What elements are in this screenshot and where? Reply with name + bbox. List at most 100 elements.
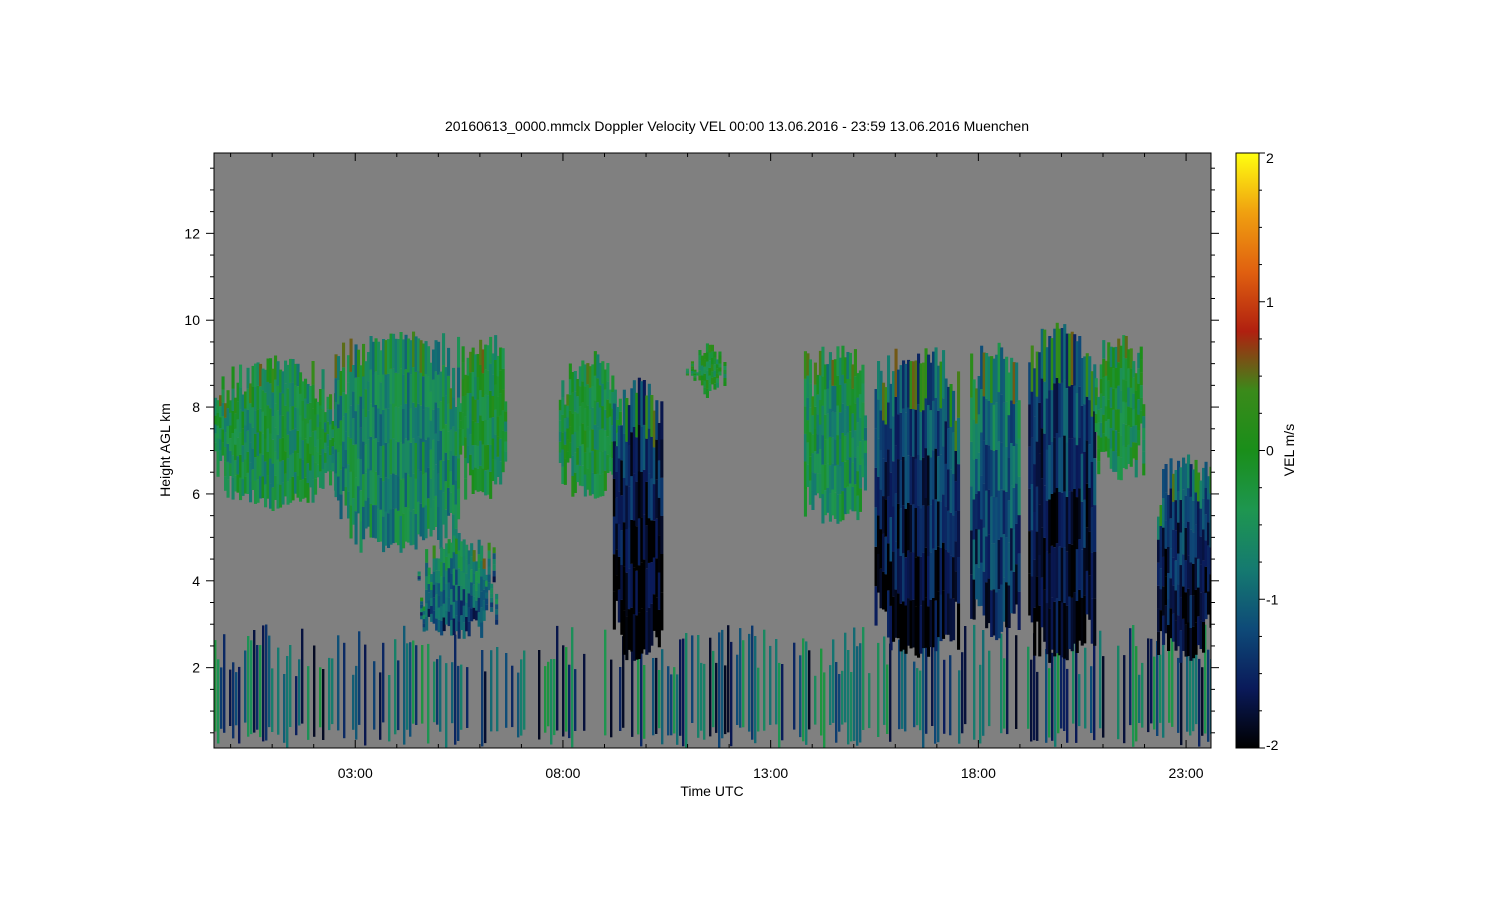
x-tick-label: 13:00 — [753, 765, 788, 781]
boundary-layer-echo — [457, 665, 460, 741]
boundary-layer-echo — [916, 668, 919, 726]
boundary-layer-echo — [1159, 654, 1162, 723]
echo-region-11 — [1094, 387, 1098, 397]
boundary-layer-echo — [1201, 667, 1204, 736]
echo-region-11 — [1142, 463, 1146, 476]
echo-region-3 — [417, 571, 421, 573]
y-tick-label: 2 — [192, 660, 200, 676]
echo-region-3 — [482, 558, 486, 569]
echo-region-3 — [487, 566, 491, 575]
echo-region-7 — [863, 478, 867, 491]
echo-region-6 — [690, 366, 694, 369]
echo-region-5 — [660, 554, 664, 593]
boundary-layer-echo — [547, 661, 550, 727]
boundary-layer-echo — [799, 655, 802, 738]
boundary-layer-echo — [253, 630, 256, 733]
boundary-layer-echo — [451, 662, 454, 724]
echo-region-3 — [467, 622, 471, 637]
boundary-layer-echo — [757, 667, 760, 732]
echo-region-3 — [472, 550, 476, 562]
boundary-layer-echo — [355, 665, 358, 740]
echo-region-1 — [447, 347, 451, 376]
echo-region-3 — [490, 588, 494, 594]
boundary-layer-echo — [931, 638, 934, 726]
boundary-layer-echo — [691, 635, 694, 723]
boundary-layer-echo — [1093, 639, 1096, 741]
echo-region-3 — [487, 574, 491, 583]
boundary-layer-echo — [889, 643, 892, 742]
boundary-layer-echo — [943, 659, 946, 734]
boundary-layer-echo — [1027, 646, 1030, 729]
echo-region-6 — [718, 367, 722, 372]
boundary-layer-echo — [676, 674, 679, 745]
boundary-layer-echo — [856, 646, 859, 746]
echo-region-3 — [492, 570, 496, 577]
boundary-layer-echo — [775, 639, 778, 725]
boundary-layer-echo — [838, 674, 841, 732]
boundary-layer-echo — [394, 639, 397, 735]
echo-region-8 — [957, 510, 961, 557]
echo-region-5 — [660, 515, 664, 554]
boundary-layer-echo — [979, 664, 982, 744]
echo-region-7 — [863, 415, 867, 428]
echo-region-6 — [693, 379, 697, 381]
boundary-layer-echo — [913, 661, 916, 728]
boundary-layer-echo — [538, 650, 541, 740]
boundary-layer-echo — [259, 645, 262, 738]
echo-region-6 — [685, 374, 689, 376]
boundary-layer-echo — [1129, 628, 1132, 726]
boundary-layer-echo — [673, 667, 676, 734]
boundary-layer-echo — [301, 628, 304, 724]
boundary-layer-echo — [265, 624, 268, 741]
echo-region-1 — [457, 458, 461, 489]
boundary-layer-echo — [1195, 645, 1198, 725]
echo-region-9 — [1017, 553, 1021, 592]
echo-region-0 — [321, 389, 325, 410]
echo-region-3 — [495, 604, 499, 610]
echo-region-2 — [504, 441, 508, 452]
boundary-layer-echo — [619, 667, 622, 731]
echo-region-7 — [863, 453, 867, 466]
boundary-layer-echo — [307, 666, 310, 740]
echo-region-11 — [1102, 340, 1106, 359]
echo-region-8 — [957, 417, 961, 465]
echo-region-4 — [618, 411, 622, 425]
echo-region-1 — [452, 367, 456, 398]
echo-region-5 — [660, 439, 664, 478]
boundary-layer-echo — [679, 639, 682, 736]
boundary-layer-echo — [562, 645, 565, 737]
boundary-layer-echo — [1048, 668, 1051, 738]
chart-stage: 20160613_0000.mmclx Doppler Velocity VEL… — [0, 0, 1500, 900]
echo-region-0 — [221, 376, 225, 390]
echo-region-1 — [342, 342, 346, 368]
echo-region-3 — [492, 547, 496, 554]
echo-region-3 — [492, 564, 496, 571]
boundary-layer-echo — [262, 625, 265, 742]
boundary-layer-echo — [382, 642, 385, 723]
boundary-layer-echo — [724, 665, 727, 735]
boundary-layer-echo — [820, 648, 823, 736]
echo-region-11 — [1139, 346, 1143, 360]
boundary-layer-echo — [283, 674, 286, 743]
echo-region-10 — [1093, 552, 1097, 599]
echo-region-3 — [420, 601, 424, 605]
echo-region-2 — [461, 346, 465, 363]
echo-region-3 — [495, 599, 499, 605]
boundary-layer-echo — [1153, 656, 1156, 730]
boundary-layer-echo — [1084, 647, 1087, 729]
echo-region-3 — [492, 576, 496, 583]
boundary-layer-echo — [1051, 652, 1054, 741]
boundary-layer-echo — [496, 647, 499, 732]
echo-region-1 — [457, 336, 461, 368]
echo-region-6 — [723, 382, 727, 386]
echo-region-6 — [685, 371, 689, 373]
x-tick-label: 03:00 — [338, 765, 373, 781]
boundary-layer-echo — [397, 660, 400, 731]
boundary-layer-echo — [574, 669, 577, 731]
echo-region-2 — [459, 446, 463, 455]
boundary-layer-echo — [736, 654, 739, 725]
echo-region-3 — [495, 593, 499, 599]
x-tick-label: 08:00 — [545, 765, 580, 781]
boundary-layer-echo — [403, 625, 406, 745]
echo-region-8 — [957, 464, 961, 511]
